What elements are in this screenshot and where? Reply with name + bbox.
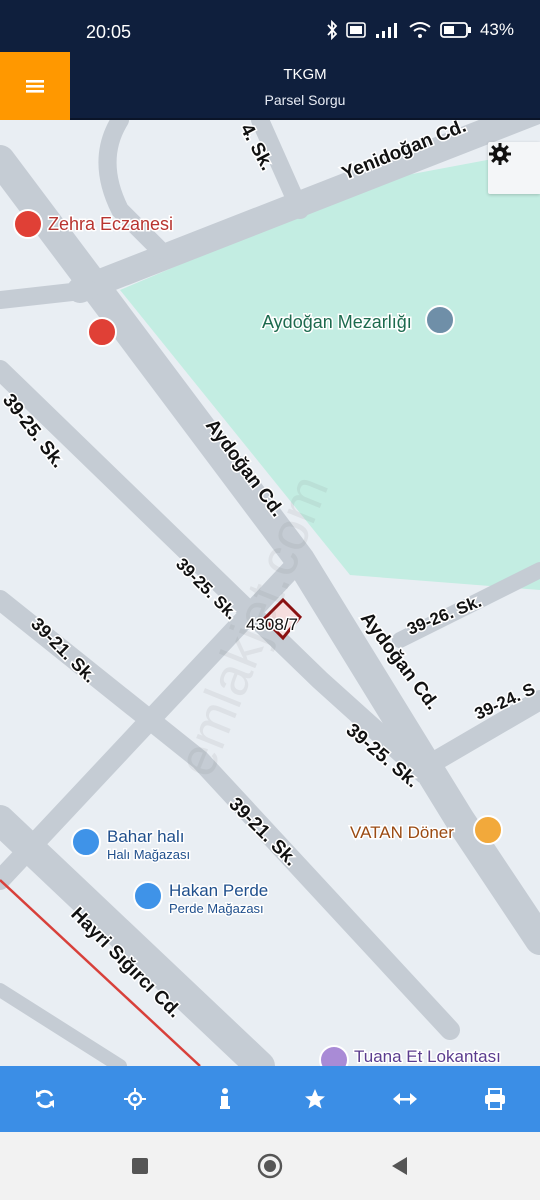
- parcel-label: 4308/7: [246, 615, 298, 634]
- map-view[interactable]: emlakjet.com Yenidoğan Cd. 4. Sk. Aydoğa…: [0, 120, 540, 1066]
- bluetooth-icon: [327, 20, 338, 40]
- status-bar: 20:05 43%: [0, 0, 540, 52]
- signal-icon: [375, 23, 397, 38]
- home-button[interactable]: [250, 1146, 290, 1186]
- app-header: TKGM Parsel Sorgu: [0, 52, 540, 120]
- info-button[interactable]: [195, 1069, 255, 1129]
- back-icon: [392, 1157, 407, 1175]
- poi-label-vatan: VATAN Döner: [350, 823, 454, 842]
- system-nav-bar: [0, 1132, 540, 1200]
- gear-icon: [489, 143, 511, 165]
- settings-button[interactable]: [488, 142, 540, 194]
- app-subtitle: Parsel Sorgu: [264, 92, 346, 108]
- poi-vatan-doner[interactable]: VATAN Döner: [349, 815, 503, 845]
- poi-label-tuana: Tuana Et Lokantası: [354, 1047, 501, 1066]
- street-label-39-21-a: 39-21. Sk.: [27, 614, 100, 687]
- favorite-button[interactable]: [285, 1069, 345, 1129]
- status-time: 20:05: [86, 22, 132, 42]
- poi-label-hakan: Hakan Perde: [169, 881, 268, 900]
- refresh-icon: [36, 1089, 54, 1109]
- poi-hakan-perde[interactable]: Hakan Perde Perde Mağazası: [133, 880, 270, 918]
- status-icons: 43%: [326, 20, 514, 40]
- battery-percent: 43%: [479, 20, 514, 39]
- printer-icon: [485, 1088, 505, 1110]
- battery-icon: [440, 22, 471, 38]
- poi-label-bahar: Bahar halı: [107, 827, 185, 846]
- app-title: TKGM: [283, 66, 327, 83]
- shopping-icon: [133, 881, 163, 911]
- print-button[interactable]: [465, 1069, 525, 1129]
- cemetery-area: [120, 150, 540, 590]
- hamburger-menu-icon: [26, 80, 44, 93]
- wifi-icon: [409, 22, 431, 38]
- star-icon: [305, 1089, 325, 1109]
- pharmacy-icon: [13, 209, 43, 239]
- poi-label-mezarlik: Aydoğan Mezarlığı: [262, 312, 412, 332]
- poi-tuana-et[interactable]: Tuana Et Lokantası: [319, 1045, 502, 1066]
- crosshair-icon: [124, 1088, 146, 1110]
- recent-apps-button[interactable]: [120, 1146, 160, 1186]
- restaurant-icon: [473, 815, 503, 845]
- poi-label-zehra: Zehra Eczanesi: [48, 214, 173, 234]
- measure-button[interactable]: [375, 1069, 435, 1129]
- map-canvas[interactable]: emlakjet.com Yenidoğan Cd. 4. Sk. Aydoğa…: [0, 120, 540, 1066]
- volte-icon: [346, 22, 366, 38]
- horizontal-arrows-icon: [393, 1093, 417, 1105]
- restaurant-icon: [319, 1045, 349, 1066]
- poi-sublabel-hakan: Perde Mağazası: [169, 901, 264, 916]
- street-label-39-26: 39-26. Sk.: [404, 592, 484, 639]
- refresh-button[interactable]: [15, 1069, 75, 1129]
- info-icon: [220, 1088, 230, 1109]
- bottom-toolbar: [0, 1066, 540, 1132]
- back-button[interactable]: [380, 1146, 420, 1186]
- home-icon: [257, 1153, 283, 1179]
- shopping-icon: [71, 827, 101, 857]
- poi-sublabel-bahar: Halı Mağazası: [107, 847, 190, 862]
- poi-bahar-hali[interactable]: Bahar halı Halı Mağazası: [71, 826, 192, 864]
- street-label-39-21-b: 39-21. Sk.: [224, 794, 301, 871]
- recent-apps-icon: [132, 1158, 148, 1174]
- pharmacy-icon[interactable]: [87, 317, 117, 347]
- cemetery-icon: [425, 305, 455, 335]
- locate-button[interactable]: [105, 1069, 165, 1129]
- poi-zehra-eczanesi[interactable]: Zehra Eczanesi: [13, 209, 175, 239]
- menu-button[interactable]: [0, 52, 70, 120]
